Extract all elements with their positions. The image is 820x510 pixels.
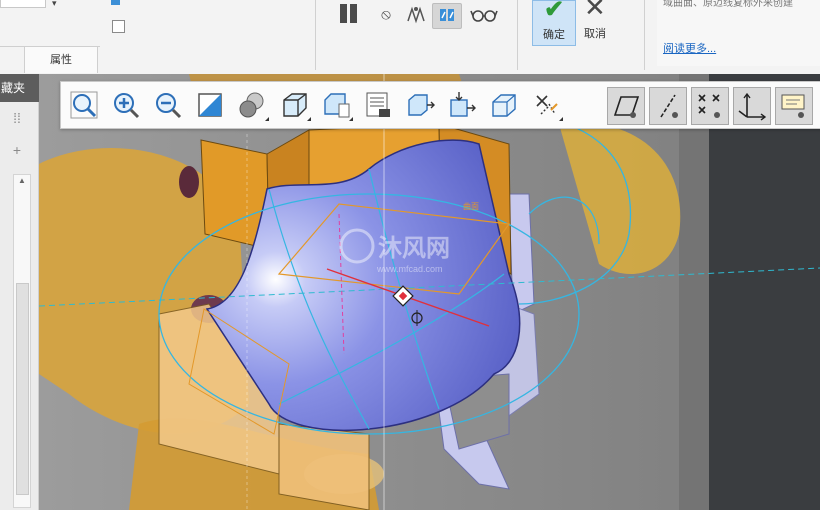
graphics-viewport[interactable]: 沐风网 www.mfcad.com 曲面	[39, 74, 820, 510]
datum-planes-icon[interactable]	[607, 87, 645, 125]
help-text: 域曲面、原迈线复标外来创建	[663, 0, 793, 9]
saved-orientation-icon[interactable]	[318, 87, 354, 123]
check-icon: ✔	[544, 0, 565, 23]
tab-blank[interactable]	[0, 47, 25, 73]
graphics-toolbar	[60, 81, 820, 129]
panel-scrollbar[interactable]: ▲	[13, 174, 31, 508]
add-icon[interactable]: +	[9, 142, 25, 158]
glasses-icon[interactable]	[469, 3, 499, 27]
zoom-all-icon[interactable]	[66, 87, 102, 123]
datum-display-filter-icon[interactable]	[528, 87, 564, 123]
ok-button[interactable]: ✔ 确定	[532, 0, 576, 46]
value-input[interactable]	[0, 0, 46, 8]
option-checkbox[interactable]	[112, 20, 125, 33]
scroll-thumb[interactable]	[16, 283, 29, 495]
appearance-icon[interactable]	[234, 87, 270, 123]
ribbon: ▾ 属性 ⦸ ✔ 确定 ✕ 取消 域曲面、原迈线复标外来创建 阅读更多...	[0, 0, 820, 75]
watermark-main: 沐风网	[378, 235, 450, 262]
model-graphics: 沐风网 www.mfcad.com 曲面	[39, 74, 820, 510]
tab-attributes[interactable]: 属性	[25, 47, 98, 73]
datum-points-icon[interactable]	[691, 87, 729, 125]
scroll-up-icon[interactable]: ▲	[14, 175, 30, 187]
ribbon-left-group: ▾ 属性	[0, 0, 315, 74]
zoom-out-icon[interactable]	[150, 87, 186, 123]
zoom-in-icon[interactable]	[108, 87, 144, 123]
watermark-sub: www.mfcad.com	[376, 264, 443, 274]
spin-center-icon[interactable]	[444, 87, 480, 123]
coordinate-systems-icon[interactable]	[733, 87, 771, 125]
model-tree-panel: 藏夹 ⁞⁞ + ▲	[0, 74, 39, 510]
perspective-icon[interactable]	[402, 87, 438, 123]
view-manager-icon[interactable]	[360, 87, 396, 123]
pause-icon[interactable]	[337, 2, 361, 26]
verify-preview-icon[interactable]	[403, 3, 429, 27]
tree-settings-icon[interactable]: ⁞⁞	[9, 110, 25, 126]
dropdown-arrow-icon[interactable]: ▾	[52, 0, 66, 8]
section-icon[interactable]	[486, 87, 522, 123]
ok-label: 确定	[543, 29, 565, 41]
read-more-link[interactable]: 阅读更多...	[663, 40, 716, 56]
favorites-header[interactable]: 藏夹	[0, 74, 39, 102]
annotations-icon[interactable]	[775, 87, 813, 125]
help-panel: 域曲面、原迈线复标外来创建 阅读更多...	[657, 0, 820, 66]
datum-axes-icon[interactable]	[649, 87, 687, 125]
repaint-icon[interactable]	[192, 87, 228, 123]
color-swatch-icon[interactable]	[111, 0, 120, 5]
ribbon-divider	[517, 0, 518, 70]
cancel-button[interactable]: 取消	[580, 25, 610, 41]
cancel-icon[interactable]: ✕	[584, 0, 606, 23]
ribbon-divider	[644, 0, 645, 70]
ribbon-divider	[315, 0, 316, 70]
feature-preview-icon[interactable]	[432, 3, 462, 29]
no-preview-icon[interactable]: ⦸	[376, 3, 396, 27]
surface-label[interactable]: 曲面	[463, 201, 479, 211]
display-style-icon[interactable]	[276, 87, 312, 123]
ribbon-tabs: 属性	[0, 46, 100, 73]
